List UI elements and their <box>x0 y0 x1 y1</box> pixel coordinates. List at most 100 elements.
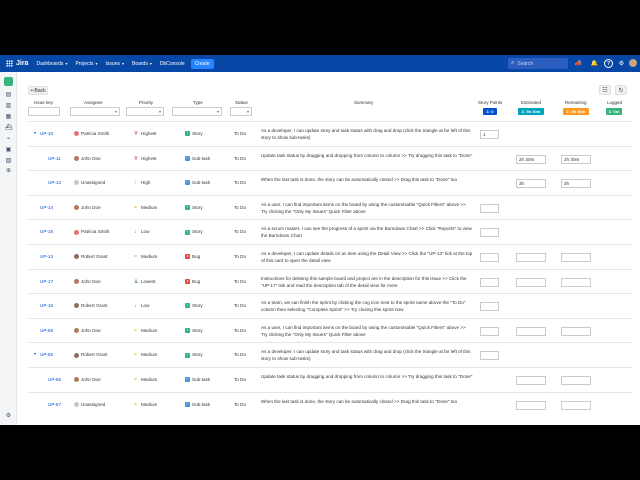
issue-key-link[interactable]: UP-12 <box>48 180 61 185</box>
table-row[interactable]: UP-16 Robert Grant ↓ Low ▪ Story To Do As a tea… <box>28 293 632 318</box>
issue-key-link[interactable]: UP-57 <box>48 402 61 407</box>
priority-filter[interactable]: ▾ <box>126 107 164 116</box>
nav-dbconsole[interactable]: DbConsole <box>160 61 185 67</box>
issue-key-link[interactable]: UP-14 <box>40 205 53 210</box>
story-points-total: Σ: 0 <box>483 108 497 115</box>
table-row[interactable]: ▾ UP-55 Robert Grant = Medium ▪ Story To Do As a… <box>28 342 632 367</box>
type-filter[interactable]: ▾ <box>172 107 222 116</box>
estimated-input[interactable] <box>516 400 546 410</box>
summary-cell: Instructions for deleting this sample bo… <box>261 275 467 288</box>
search-placeholder: Search <box>517 60 534 67</box>
issue-key-link[interactable]: UP-13 <box>40 254 53 259</box>
chart-icon[interactable]: ⌁ <box>5 136 12 143</box>
issue-key-link[interactable]: UP-59 <box>40 328 53 333</box>
table-row[interactable]: UP-11 John Doe ⇈ Highest ✓ Sub-task To Do Updat… <box>28 145 632 171</box>
back-button[interactable]: ⇐ Back <box>28 86 48 95</box>
issue-key-link[interactable]: UP-16 <box>40 303 53 308</box>
estimated-input[interactable] <box>516 277 546 287</box>
project-settings-icon[interactable]: ⚙ <box>5 413 12 420</box>
story-points-input[interactable] <box>480 351 499 361</box>
issue-key-link[interactable]: UP-55 <box>40 352 53 357</box>
backlog-icon[interactable]: ▤ <box>5 92 12 99</box>
megaphone-icon[interactable]: 📣 <box>574 59 583 68</box>
table-row[interactable]: UP-17 John Doe ⇊ Lowest ● Bug To Do Instruction… <box>28 268 632 294</box>
estimated-input[interactable] <box>516 326 546 336</box>
columns-toggle-button[interactable]: ☷ <box>599 85 611 95</box>
user-avatar[interactable] <box>629 59 637 67</box>
remaining-input[interactable] <box>561 326 591 336</box>
story-points-input[interactable] <box>480 326 499 336</box>
expand-caret-icon[interactable]: ▾ <box>34 130 36 135</box>
remaining-input[interactable]: 2h 30m <box>561 154 591 164</box>
create-button[interactable]: Create <box>190 58 214 69</box>
priority-label: Medium <box>141 352 158 358</box>
issue-key-link[interactable]: UP-11 <box>48 156 61 161</box>
refresh-button[interactable]: ↻ <box>615 85 627 95</box>
table-row[interactable]: UP-14 John Doe = Medium ▪ Story To Do As a user… <box>28 194 632 220</box>
nav-issues[interactable]: Issues ▾ <box>106 61 124 67</box>
remaining-input[interactable] <box>561 253 591 262</box>
table-row[interactable]: ▾ UP-10 Patricia Smith ⇈ Highest ▪ Story To Do A… <box>28 121 632 146</box>
search-icon: ⌕ <box>511 60 515 66</box>
avatar <box>74 278 79 284</box>
summary-cell: As a developer, I can update story and t… <box>261 128 471 140</box>
remaining-input[interactable] <box>561 376 591 385</box>
estimated-input[interactable]: 3h <box>516 179 546 189</box>
story-points-input[interactable] <box>480 203 499 213</box>
story-points-input[interactable]: 1 <box>480 130 499 139</box>
chevron-down-icon: ▾ <box>149 61 152 66</box>
estimated-input[interactable] <box>516 253 546 262</box>
estimated-input[interactable] <box>516 376 546 385</box>
status-cell: To Do <box>234 352 246 358</box>
jira-logo[interactable]: Jira <box>6 60 28 67</box>
expand-caret-icon[interactable]: ▾ <box>34 351 36 356</box>
assignee-name: Unassigned <box>81 401 106 407</box>
table-row[interactable]: UP-57 Unassigned = Medium ✓ Sub-task To Do When… <box>28 391 632 417</box>
nav-boards[interactable]: Boards ▾ <box>132 61 152 67</box>
remaining-input[interactable]: 3h <box>561 179 591 189</box>
nav-projects[interactable]: Projects ▾ <box>75 61 97 67</box>
settings-icon[interactable]: ⚙ <box>617 59 626 68</box>
assignee-filter[interactable]: ▾ <box>70 107 120 116</box>
help-icon[interactable]: ? <box>604 59 613 68</box>
header-status: Status <box>235 100 248 105</box>
table-row[interactable]: UP-56 John Doe = Medium ✓ Sub-task To Do Update… <box>28 367 632 392</box>
issue-key-filter[interactable] <box>28 107 60 116</box>
header-issue-key: Issue key <box>34 100 54 105</box>
releases-icon[interactable]: ⛴ <box>5 125 13 132</box>
board-icon[interactable]: ▥ <box>5 103 12 110</box>
components-icon[interactable]: ▧ <box>5 158 12 165</box>
issue-key-link[interactable]: UP-10 <box>40 131 53 136</box>
search-input[interactable]: ⌕ Search <box>508 58 568 69</box>
story-points-input[interactable] <box>480 277 499 287</box>
priority-cell: ↓ Low <box>134 303 149 309</box>
priority-icon: ↑ <box>134 180 137 187</box>
estimated-input[interactable]: 2h 30m <box>516 154 546 164</box>
remaining-input[interactable] <box>561 277 591 287</box>
status-filter[interactable]: ▾ <box>230 107 252 116</box>
table-row[interactable]: UP-59 John Doe = Medium ▪ Story To Do As a user… <box>28 317 632 343</box>
table-row[interactable]: UP-15 Patricia Smith ↓ Low ▪ Story To Do As a s… <box>28 219 632 244</box>
nav-dashboards[interactable]: Dashboards ▾ <box>36 61 67 67</box>
story-points-input[interactable] <box>480 253 499 262</box>
type-label: Story <box>192 229 203 235</box>
status-cell: To Do <box>234 204 246 210</box>
issue-key-link[interactable]: UP-56 <box>48 377 61 382</box>
chevron-down-icon: ▾ <box>121 61 124 66</box>
reports-icon[interactable]: ▦ <box>5 114 12 121</box>
nav-boards-label: Boards <box>132 60 148 67</box>
table-row[interactable]: UP-12 Unassigned ↑ High ✓ Sub-task To Do When t… <box>28 170 632 195</box>
issue-key-link[interactable]: UP-15 <box>40 229 53 234</box>
add-item-icon[interactable]: ⊕ <box>5 168 12 175</box>
bell-icon[interactable]: 🔔 <box>590 59 599 68</box>
project-avatar[interactable] <box>4 77 13 86</box>
project-sidebar: ▤ ▥ ▦ ⛴ ⌁ ▣ ▧ ⊕ ⚙ <box>0 72 17 425</box>
type-cell: ▪ Story <box>185 205 203 211</box>
table-row[interactable]: UP-13 Robert Grant = Medium ● Bug To Do As a de… <box>28 244 632 269</box>
story-points-input[interactable] <box>480 302 499 312</box>
issue-key-link[interactable]: UP-17 <box>40 279 53 284</box>
issues-icon[interactable]: ▣ <box>5 147 12 154</box>
story-points-input[interactable] <box>480 228 499 238</box>
remaining-input[interactable] <box>561 400 591 410</box>
type-label: Bug <box>192 278 201 284</box>
